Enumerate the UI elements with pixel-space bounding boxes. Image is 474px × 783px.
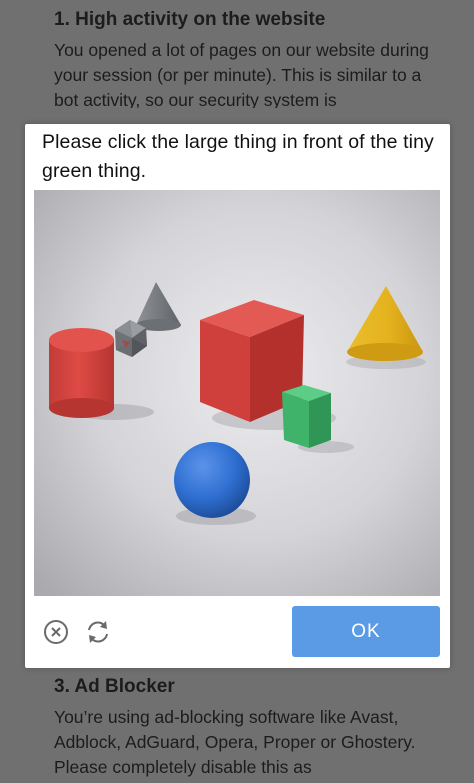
red-cylinder [49, 328, 114, 418]
close-circle-icon[interactable] [43, 619, 69, 645]
section-text: You opened a lot of pages on our website… [54, 40, 429, 108]
section-heading: 3. Ad Blocker [54, 676, 175, 697]
captcha-challenge-image[interactable] [34, 190, 440, 596]
ok-button[interactable]: OK [292, 606, 440, 657]
section-text: You’re using ad-blocking software like A… [54, 707, 416, 777]
captcha-prompt: Please click the large thing in front of… [42, 131, 434, 182]
section-high-activity: 1. High activity on the website You open… [54, 8, 434, 108]
blue-sphere [174, 442, 250, 518]
reload-icon[interactable] [85, 619, 111, 645]
section-heading: 1. High activity on the website [54, 9, 326, 30]
captcha-modal: Please click the large thing in front of… [25, 124, 450, 668]
green-cube [282, 385, 331, 448]
scene-svg [34, 190, 440, 596]
section-ad-blocker: 3. Ad Blocker You’re using ad-blocking s… [54, 675, 434, 780]
